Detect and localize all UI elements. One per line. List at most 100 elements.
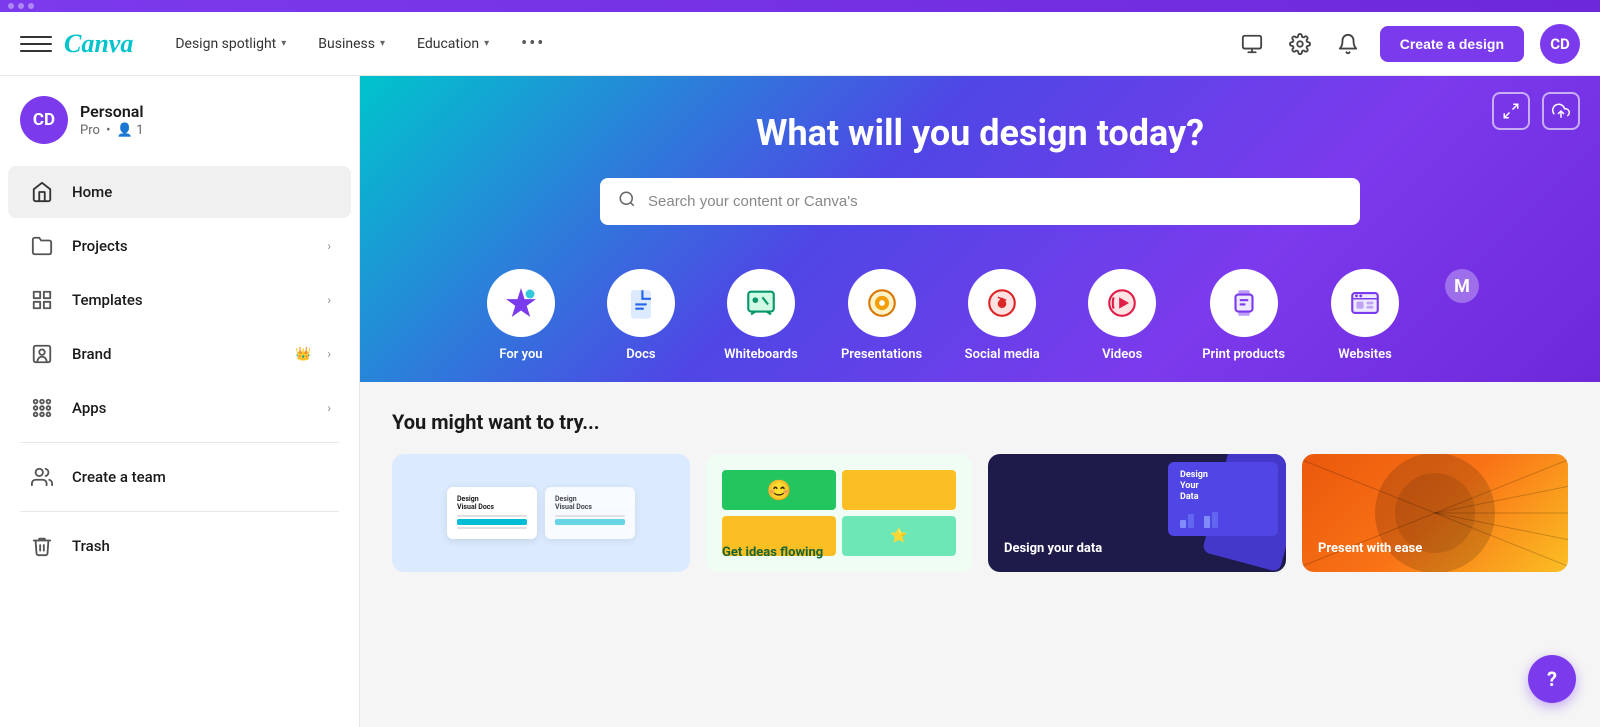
category-social-media[interactable]: Social media: [942, 257, 1062, 382]
sidebar-home-label: Home: [72, 183, 331, 201]
hamburger-menu[interactable]: [20, 28, 52, 60]
search-input[interactable]: [648, 193, 1342, 210]
card-design-data[interactable]: DesignYourData Design your data: [988, 454, 1286, 572]
canva-logo[interactable]: Canva: [64, 29, 133, 59]
presentations-label: Presentations: [841, 347, 922, 362]
docs-label: Docs: [626, 347, 655, 362]
nav-design-spotlight[interactable]: Design spotlight ▾: [161, 28, 300, 60]
profile-members-icon: 👤: [117, 123, 133, 138]
profile-name: Personal: [80, 102, 144, 121]
category-print-products[interactable]: Print products: [1182, 257, 1305, 382]
nav-education[interactable]: Education ▾: [403, 28, 503, 60]
hero-banner: What will you design today?: [360, 76, 1600, 382]
monitor-icon[interactable]: [1236, 28, 1268, 60]
bell-icon[interactable]: [1332, 28, 1364, 60]
create-design-button[interactable]: Create a design: [1380, 26, 1524, 62]
hamburger-line-3: [20, 50, 52, 52]
nav-business[interactable]: Business ▾: [304, 28, 399, 60]
browser-tab: [18, 3, 24, 9]
for-you-icon-circle: [487, 269, 555, 337]
for-you-label: For you: [499, 347, 542, 362]
presentations-icon-circle: [848, 269, 916, 337]
card-visual-docs[interactable]: DesignVisual Docs DesignVisual Docs: [392, 454, 690, 572]
profile-sub: Pro • 👤 1: [80, 123, 144, 138]
sidebar-item-create-team[interactable]: Create a team: [8, 451, 351, 503]
category-websites[interactable]: Websites: [1305, 257, 1425, 382]
apps-icon: [28, 394, 56, 422]
chevron-right-icon: ›: [327, 239, 331, 253]
sidebar-divider-2: [20, 511, 339, 512]
profile-member-num: 1: [136, 123, 143, 138]
print-products-icon-circle: [1210, 269, 1278, 337]
social-media-label: Social media: [965, 347, 1040, 362]
home-icon: [28, 178, 56, 206]
user-avatar[interactable]: CD: [1540, 24, 1580, 64]
print-products-label: Print products: [1202, 347, 1285, 362]
websites-label: Websites: [1338, 347, 1392, 362]
navbar: Canva Design spotlight ▾ Business ▾ Educ…: [0, 12, 1600, 76]
profile-dot: •: [106, 123, 110, 138]
upload-cloud-icon-button[interactable]: [1542, 92, 1580, 130]
gear-icon[interactable]: [1284, 28, 1316, 60]
sidebar-brand-label: Brand: [72, 345, 279, 363]
sidebar-item-home[interactable]: Home: [8, 166, 351, 218]
browser-tab: [8, 3, 14, 9]
nav-right: Create a design CD: [1236, 24, 1580, 64]
whiteboards-label: Whiteboards: [724, 347, 798, 362]
category-videos[interactable]: Videos: [1062, 257, 1182, 382]
chevron-right-icon: ›: [327, 401, 331, 415]
videos-icon-circle: [1088, 269, 1156, 337]
suggestions-title: You might want to try...: [392, 410, 1568, 434]
get-ideas-label: Get ideas flowing: [722, 545, 823, 560]
templates-icon: [28, 286, 56, 314]
category-more[interactable]: M: [1425, 257, 1499, 382]
hamburger-line-1: [20, 36, 52, 38]
profile-tier: Pro: [80, 123, 100, 138]
sidebar-create-team-label: Create a team: [72, 468, 331, 486]
hero-title: What will you design today?: [400, 112, 1560, 154]
category-docs[interactable]: Docs: [581, 257, 701, 382]
sidebar-apps-label: Apps: [72, 399, 311, 417]
more-icon-circle: M: [1445, 269, 1479, 303]
suggestions-section: You might want to try... DesignVisual Do…: [360, 382, 1600, 600]
nav-more-button[interactable]: •••: [507, 25, 559, 62]
nav-links: Design spotlight ▾ Business ▾ Education …: [161, 25, 1235, 62]
sidebar-profile: CD Personal Pro • 👤 1: [0, 76, 359, 160]
sidebar-templates-label: Templates: [72, 291, 311, 309]
sidebar-trash-label: Trash: [72, 537, 331, 555]
profile-info: Personal Pro • 👤 1: [80, 102, 144, 138]
profile-avatar[interactable]: CD: [20, 96, 68, 144]
browser-bar: [0, 0, 1600, 12]
nav-design-spotlight-label: Design spotlight: [175, 36, 276, 52]
sidebar-item-templates[interactable]: Templates ›: [8, 274, 351, 326]
sidebar-divider: [20, 442, 339, 443]
present-ease-label: Present with ease: [1318, 541, 1422, 556]
card-get-ideas[interactable]: 😊 ⭐ Get ideas flowing: [706, 454, 972, 572]
websites-icon-circle: [1331, 269, 1399, 337]
projects-icon: [28, 232, 56, 260]
suggestions-cards-row: DesignVisual Docs DesignVisual Docs: [392, 454, 1568, 572]
trash-icon: [28, 532, 56, 560]
category-row: For you Docs: [400, 257, 1560, 382]
card-present-ease[interactable]: Present with ease: [1302, 454, 1568, 572]
sidebar-item-apps[interactable]: Apps ›: [8, 382, 351, 434]
search-icon: [618, 190, 636, 213]
nav-business-label: Business: [318, 36, 375, 52]
team-icon: [28, 463, 56, 491]
category-for-you[interactable]: For you: [461, 257, 581, 382]
resize-icon-button[interactable]: [1492, 92, 1530, 130]
more-icon: M: [1454, 276, 1470, 297]
sidebar: CD Personal Pro • 👤 1 Home: [0, 76, 360, 727]
category-whiteboards[interactable]: Whiteboards: [701, 257, 821, 382]
sidebar-item-brand[interactable]: Brand 👑 ›: [8, 328, 351, 380]
hero-banner-actions: [1492, 92, 1580, 130]
category-presentations[interactable]: Presentations: [821, 257, 942, 382]
hero-search-bar[interactable]: [600, 178, 1360, 225]
main-content: What will you design today?: [360, 76, 1600, 727]
social-media-icon-circle: [968, 269, 1036, 337]
help-button[interactable]: ?: [1528, 655, 1576, 703]
sidebar-item-trash[interactable]: Trash: [8, 520, 351, 572]
videos-label: Videos: [1102, 347, 1142, 362]
sidebar-item-projects[interactable]: Projects ›: [8, 220, 351, 272]
chevron-right-icon: ›: [327, 347, 331, 361]
